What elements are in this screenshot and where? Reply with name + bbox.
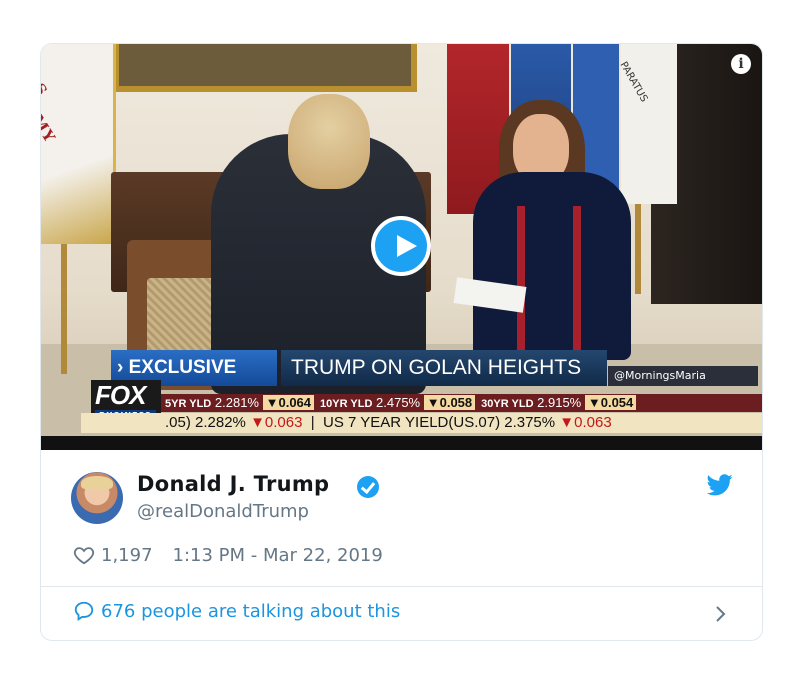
white-flag: PARATUS (617, 44, 677, 204)
ticker2-left-change: ▼0.063 (250, 414, 303, 431)
video-bottom-strip (41, 436, 762, 450)
ticker-item: 30YR YLD 2.915% ▼0.054 (481, 394, 637, 412)
tweet-timestamp[interactable]: 1:13 PM - Mar 22, 2019 (173, 545, 383, 566)
chevron-right-icon[interactable] (713, 604, 729, 624)
ticker2-right-label: US 7 YEAR YIELD(US.07) 2.375% (323, 414, 556, 431)
logo-fox-text: FOX (95, 380, 146, 410)
flag-pole (61, 244, 67, 374)
banner-title: TRUMP ON GOLAN HEIGHTS (281, 350, 607, 386)
ticker-item: 5YR YLD 2.281% ▼0.064 (165, 394, 315, 412)
speech-bubble-icon (74, 601, 94, 621)
author-name[interactable]: Donald J. Trump (137, 472, 329, 496)
ticker2-right-change: ▼0.063 (559, 414, 612, 431)
banner-handle: @MorningsMaria (608, 366, 758, 386)
ticker-row-1: 5YR YLD 2.281% ▼0.064 10YR YLD 2.475% ▼0… (161, 394, 762, 412)
like-count[interactable]: 1,197 (101, 545, 153, 566)
verified-badge-icon (357, 476, 379, 498)
author-handle[interactable]: @realDonaldTrump (137, 501, 309, 522)
tweet-card[interactable]: S ARMY PARATUS › EXCLUSIVE TRUMP ON GOLA… (40, 43, 763, 641)
ticker2-left-value: .05) 2.282% (165, 414, 246, 431)
heart-icon[interactable] (73, 544, 95, 566)
ticker2-separator: | (310, 414, 315, 431)
info-icon[interactable]: i (731, 54, 751, 74)
white-flag-text: PARATUS (617, 60, 650, 105)
background-painting (113, 44, 417, 92)
avatar[interactable] (71, 472, 123, 524)
divider (41, 586, 762, 587)
tweet-meta: 1,197 1:13 PM - Mar 22, 2019 (73, 544, 383, 566)
interviewer (473, 172, 631, 360)
talking-text: 676 people are talking about this (101, 600, 401, 622)
video-player[interactable]: S ARMY PARATUS › EXCLUSIVE TRUMP ON GOLA… (41, 44, 762, 450)
interviewee-head (288, 94, 370, 189)
ticker-item: 10YR YLD 2.475% ▼0.058 (320, 394, 476, 412)
ticker-row-2: .05) 2.282% ▼0.063 | US 7 YEAR YIELD(US.… (81, 413, 762, 433)
flag-pole (635, 204, 641, 294)
army-flag: S ARMY (41, 44, 116, 244)
talking-link[interactable]: 676 people are talking about this (73, 600, 733, 622)
lower-third-banner: › EXCLUSIVE TRUMP ON GOLAN HEIGHTS @Morn… (103, 346, 758, 390)
play-button[interactable] (371, 216, 431, 276)
army-flag-text: S ARMY (41, 80, 60, 147)
twitter-bird-icon[interactable] (707, 474, 733, 496)
